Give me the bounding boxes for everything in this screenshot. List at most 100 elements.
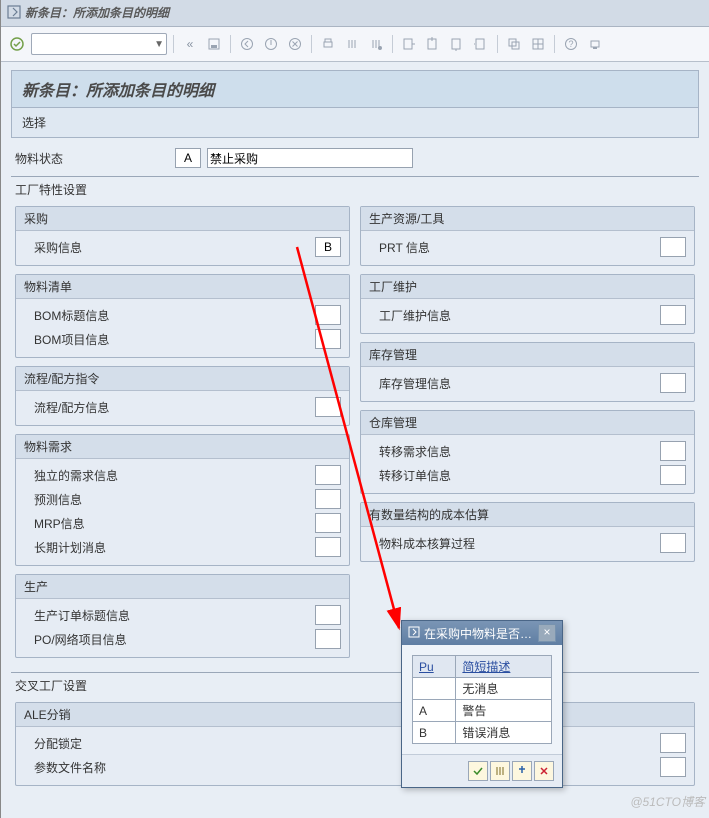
ok-icon[interactable] xyxy=(7,34,27,54)
print-icon[interactable] xyxy=(318,34,338,54)
table-row[interactable]: B错误消息 xyxy=(413,722,552,744)
exit-icon[interactable] xyxy=(261,34,281,54)
back-icon[interactable] xyxy=(237,34,257,54)
command-dropdown[interactable]: ▼ xyxy=(31,33,167,55)
setting-value-input[interactable] xyxy=(315,513,341,533)
cell-code: B xyxy=(413,722,456,744)
value-help-table[interactable]: Pu 简短描述 无消息A警告B错误消息 xyxy=(412,655,552,744)
setting-label: 流程/配方信息 xyxy=(24,399,315,416)
page-prev-icon[interactable] xyxy=(423,34,443,54)
page-title: 新条目：所添加条目的明细 xyxy=(11,70,699,108)
groupbox: ALE分销分配锁定参数文件名称 xyxy=(15,702,695,786)
setting-label: BOM标题信息 xyxy=(24,307,315,324)
popup-pin-icon[interactable] xyxy=(512,761,532,781)
sub-header: 选择 xyxy=(11,108,699,138)
setting-label: 采购信息 xyxy=(24,239,315,256)
table-row[interactable]: A警告 xyxy=(413,700,552,722)
table-row[interactable]: 无消息 xyxy=(413,678,552,700)
popup-cancel-icon[interactable] xyxy=(534,761,554,781)
popup-accept-icon[interactable] xyxy=(468,761,488,781)
find-icon[interactable] xyxy=(342,34,362,54)
setting-row: 长期计划消息 xyxy=(24,535,341,559)
close-icon[interactable]: × xyxy=(538,624,556,642)
setting-value-input[interactable] xyxy=(660,441,686,461)
page-next-icon[interactable] xyxy=(447,34,467,54)
setting-value-input[interactable] xyxy=(315,305,341,325)
setting-row: 参数文件名称 xyxy=(24,755,686,779)
layout-icon[interactable] xyxy=(528,34,548,54)
setting-value-input[interactable] xyxy=(660,757,686,777)
material-status-code-input[interactable] xyxy=(175,148,201,168)
setting-label: 独立的需求信息 xyxy=(24,467,315,484)
setting-row: 分配锁定 xyxy=(24,731,686,755)
groupbox: 库存管理库存管理信息 xyxy=(360,342,695,402)
setting-row: 采购信息 xyxy=(24,235,341,259)
cell-desc: 无消息 xyxy=(456,678,552,700)
setting-value-input[interactable] xyxy=(660,533,686,553)
setting-row: 库存管理信息 xyxy=(369,371,686,395)
groupbox-title: 库存管理 xyxy=(361,343,694,367)
setting-row: PRT 信息 xyxy=(369,235,686,259)
setting-row: 独立的需求信息 xyxy=(24,463,341,487)
setting-value-input[interactable] xyxy=(315,605,341,625)
save-icon[interactable] xyxy=(204,34,224,54)
settings-icon[interactable] xyxy=(585,34,605,54)
toolbar: ▼ « ? xyxy=(1,27,709,62)
material-status-row: 物料状态 xyxy=(11,148,699,168)
window-title: 新条目：所添加条目的明细 xyxy=(25,0,169,26)
help-icon[interactable]: ? xyxy=(561,34,581,54)
setting-value-input[interactable] xyxy=(315,489,341,509)
setting-value-input[interactable] xyxy=(315,329,341,349)
setting-value-input[interactable] xyxy=(660,305,686,325)
setting-label: 转移需求信息 xyxy=(369,443,660,460)
cross-plant-settings-title: 交叉工厂设置 xyxy=(11,673,699,698)
col-desc[interactable]: 简短描述 xyxy=(456,656,552,678)
setting-value-input[interactable] xyxy=(315,629,341,649)
setting-label: 预测信息 xyxy=(24,491,315,508)
groupbox: 生产生产订单标题信息PO/网络项目信息 xyxy=(15,574,350,658)
groupbox-title: ALE分销 xyxy=(16,703,694,727)
groupbox-title: 生产 xyxy=(16,575,349,599)
setting-label: 生产订单标题信息 xyxy=(24,607,315,624)
plant-settings-title: 工厂特性设置 xyxy=(11,177,699,202)
page-last-icon[interactable] xyxy=(471,34,491,54)
setting-value-input[interactable] xyxy=(660,237,686,257)
prev-first-icon[interactable]: « xyxy=(180,34,200,54)
find-next-icon[interactable] xyxy=(366,34,386,54)
setting-row: 物料成本核算过程 xyxy=(369,531,686,555)
setting-row: 预测信息 xyxy=(24,487,341,511)
window-title-bar: 新条目：所添加条目的明细 xyxy=(1,0,709,27)
setting-label: MRP信息 xyxy=(24,515,315,532)
setting-value-input[interactable] xyxy=(315,465,341,485)
cell-desc: 警告 xyxy=(456,700,552,722)
groupbox: 物料需求独立的需求信息预测信息 MRP信息长期计划消息 xyxy=(15,434,350,566)
popup-title-bar: 在采购中物料是否被... × xyxy=(402,621,562,645)
setting-value-input[interactable] xyxy=(315,537,341,557)
groupbox-title: 物料需求 xyxy=(16,435,349,459)
groupbox-title: 生产资源/工具 xyxy=(361,207,694,231)
value-help-popup: 在采购中物料是否被... × Pu 简短描述 无消息A警告B错误消息 xyxy=(401,620,563,788)
setting-label: 分配锁定 xyxy=(24,735,660,752)
app-icon xyxy=(7,0,25,26)
groupbox-title: 工厂维护 xyxy=(361,275,694,299)
popup-search-icon[interactable] xyxy=(490,761,510,781)
popup-title-text: 在采购中物料是否被... xyxy=(424,625,538,642)
setting-value-input[interactable] xyxy=(660,373,686,393)
setting-label: PRT 信息 xyxy=(369,239,660,256)
col-pu[interactable]: Pu xyxy=(413,656,456,678)
groupbox-title: 有数量结构的成本估算 xyxy=(361,503,694,527)
new-session-icon[interactable] xyxy=(504,34,524,54)
groupbox-title: 流程/配方指令 xyxy=(16,367,349,391)
cancel-icon[interactable] xyxy=(285,34,305,54)
groupbox: 物料清单BOM标题信息BOM项目信息 xyxy=(15,274,350,358)
material-status-label: 物料状态 xyxy=(15,150,175,167)
page-first-icon[interactable] xyxy=(399,34,419,54)
setting-value-input[interactable] xyxy=(315,397,341,417)
chevron-down-icon: ▼ xyxy=(154,39,164,50)
watermark: @51CTO博客 xyxy=(630,793,705,810)
material-status-desc-input[interactable] xyxy=(207,148,413,168)
setting-value-input[interactable] xyxy=(660,465,686,485)
setting-value-input[interactable] xyxy=(660,733,686,753)
setting-row: 流程/配方信息 xyxy=(24,395,341,419)
setting-value-input[interactable] xyxy=(315,237,341,257)
